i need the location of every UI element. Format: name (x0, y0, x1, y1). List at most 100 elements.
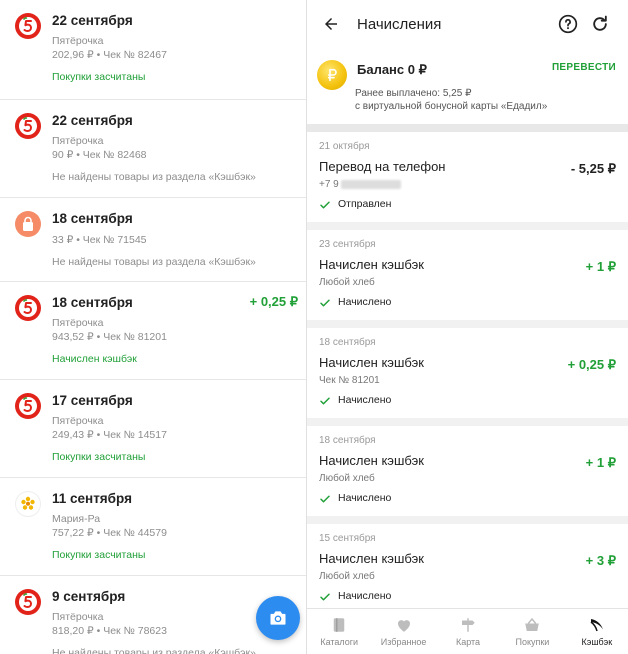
operation-subtitle-text: Любой хлеб (319, 571, 375, 582)
heart-icon (395, 616, 413, 634)
maria-ra-logo (15, 491, 41, 517)
operation-date: 21 октября (319, 141, 370, 152)
receipt-date: 22 сентября (52, 13, 133, 28)
accruals-panel: Начисления Баланс 0 ₽ ПЕРЕВЕСТИ Ранее вы… (306, 0, 628, 654)
store-name: Мария-Ра (52, 513, 101, 525)
store-name: Пятёрочка (52, 317, 104, 329)
scan-receipt-button[interactable] (256, 596, 300, 640)
pyaterochka-logo (15, 589, 41, 615)
operation-row[interactable]: 23 сентября Начислен кэшбэк Любой хлеб Начи… (307, 230, 628, 328)
operation-status: Начислено (319, 590, 616, 603)
store-name: Пятёрочка (52, 135, 104, 147)
shopping-bag-icon (15, 211, 41, 237)
receipt-info: 757,22 ₽ • Чек № 44579 (52, 527, 167, 539)
check-icon (320, 593, 330, 600)
operation-amount: + 1 ₽ (585, 259, 616, 274)
refresh-button[interactable] (590, 14, 610, 34)
catalog-icon (330, 616, 348, 634)
receipt-date: 17 сентября (52, 393, 133, 408)
operation-title: Начислен кэшбэк (319, 257, 424, 272)
receipt-info: 249,43 ₽ • Чек № 14517 (52, 429, 167, 441)
receipt-status: Покупки засчитаны (52, 451, 146, 463)
receipt-row[interactable]: 17 сентября Пятёрочка 249,43 ₽ • Чек № 145… (0, 380, 306, 478)
nav-item-catalog[interactable]: Каталоги (307, 609, 371, 654)
operation-subtitle-text: Любой хлеб (319, 473, 375, 484)
operation-title: Начислен кэшбэк (319, 551, 424, 566)
operation-subtitle: Чек № 81201 (319, 375, 616, 387)
top-app-bar: Начисления (307, 0, 628, 48)
balance-note: Ранее выплачено: 5,25 ₽ с виртуальной бо… (355, 87, 614, 113)
operation-row[interactable]: 18 сентября Начислен кэшбэк Чек № 81201 Нач… (307, 328, 628, 426)
operation-date: 18 сентября (319, 435, 376, 446)
store-name: Пятёрочка (52, 35, 104, 47)
operation-amount: - 5,25 ₽ (570, 161, 616, 176)
operation-status-text: Начислено (338, 590, 392, 602)
cashback-icon (588, 616, 606, 634)
operation-subtitle-text: +7 9 (319, 179, 339, 190)
receipt-row[interactable]: 22 сентября Пятёрочка 202,96 ₽ • Чек № 824… (0, 0, 306, 100)
check-icon (320, 201, 330, 208)
receipts-panel: 22 сентября Пятёрочка 202,96 ₽ • Чек № 824… (0, 0, 306, 654)
question-circle-icon (558, 14, 578, 34)
receipt-status: Покупки засчитаны (52, 549, 146, 561)
operation-amount: + 0,25 ₽ (567, 357, 616, 372)
nav-label: Кэшбэк (581, 637, 613, 647)
divider (307, 124, 628, 132)
nav-item-basket[interactable]: Покупки (500, 609, 564, 654)
receipt-info: 202,96 ₽ • Чек № 82467 (52, 49, 167, 61)
nav-label: Карта (455, 637, 481, 647)
pyaterochka-logo (15, 13, 41, 39)
receipt-row[interactable]: 18 сентября Пятёрочка 943,52 ₽ • Чек № 812… (0, 282, 306, 380)
paid-earlier-text: Ранее выплачено: 5,25 ₽ (355, 88, 472, 99)
receipt-row[interactable]: 18 сентября 33 ₽ • Чек № 71545 Не найдены … (0, 198, 306, 282)
receipt-status: Покупки засчитаны (52, 71, 146, 83)
help-button[interactable] (558, 14, 578, 34)
receipt-info: 943,52 ₽ • Чек № 81201 (52, 331, 167, 343)
receipt-status: Не найдены товары из раздела «Кэшбэк» (52, 171, 256, 183)
nav-label: Избранное (380, 637, 427, 647)
receipt-status: Начислен кэшбэк (52, 353, 137, 365)
transfer-button[interactable]: ПЕРЕВЕСТИ (552, 62, 616, 73)
check-icon (320, 397, 330, 404)
operation-subtitle-text: Чек № 81201 (319, 375, 380, 386)
ruble-coin-icon (317, 60, 347, 90)
operation-date: 15 сентября (319, 533, 376, 544)
bottom-navigation: Каталоги Избранное Карта Покупки Кэшбэк (307, 608, 628, 654)
pyaterochka-logo (15, 393, 41, 419)
operation-subtitle: Любой хлеб (319, 473, 616, 485)
receipt-date: 9 сентября (52, 589, 126, 604)
receipt-info: 90 ₽ • Чек № 82468 (52, 149, 147, 161)
nav-item-signpost[interactable]: Карта (436, 609, 500, 654)
receipt-status: Не найдены товары из раздела «Кэшбэк» (52, 647, 256, 654)
operation-row[interactable]: 18 сентября Начислен кэшбэк Любой хлеб Начи… (307, 426, 628, 524)
operation-status-text: Начислено (338, 492, 392, 504)
masked-phone (340, 179, 401, 189)
operation-status-text: Отправлен (338, 198, 392, 210)
nav-item-cashback[interactable]: Кэшбэк (565, 609, 628, 654)
operation-subtitle-text: Любой хлеб (319, 277, 375, 288)
receipt-row[interactable]: 11 сентября Мария-Ра 757,22 ₽ • Чек № 4457… (0, 478, 306, 576)
receipt-date: 18 сентября (52, 211, 133, 226)
nav-item-heart[interactable]: Избранное (371, 609, 435, 654)
arrow-left-icon (325, 18, 337, 30)
operation-amount: + 3 ₽ (585, 553, 616, 568)
operation-date: 18 сентября (319, 337, 376, 348)
operation-subtitle: Любой хлеб (319, 277, 616, 289)
cashback-amount: + 0,25 ₽ (249, 294, 298, 309)
operation-row[interactable]: 21 октября Перевод на телефон +7 9 Отправле… (307, 132, 628, 230)
back-button[interactable] (319, 12, 343, 36)
page-title: Начисления (357, 15, 442, 33)
operation-status: Начислено (319, 492, 616, 505)
operation-status-text: Начислено (338, 296, 392, 308)
receipt-info: 33 ₽ • Чек № 71545 (52, 234, 147, 246)
operations-list: 21 октября Перевод на телефон +7 9 Отправле… (307, 132, 628, 622)
operation-subtitle: Любой хлеб (319, 571, 616, 583)
check-icon (320, 299, 330, 306)
operation-status: Начислено (319, 394, 616, 407)
receipt-row[interactable]: 22 сентября Пятёрочка 90 ₽ • Чек № 82468 Не… (0, 100, 306, 198)
camera-icon (270, 611, 286, 625)
operation-status: Начислено (319, 296, 616, 309)
operation-status: Отправлен (319, 198, 616, 211)
check-icon (320, 495, 330, 502)
signpost-icon (459, 616, 477, 634)
